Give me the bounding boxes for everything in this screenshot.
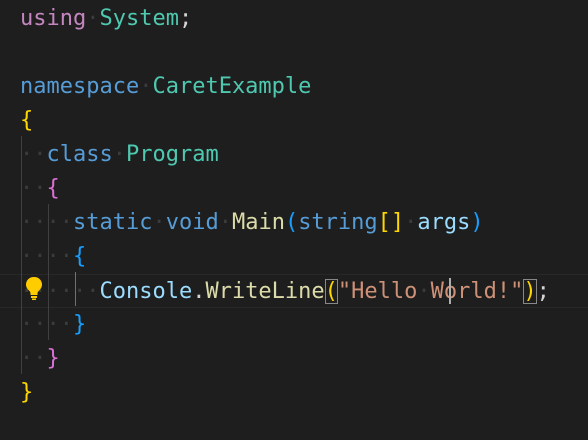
code-token: { bbox=[46, 176, 60, 201]
text-caret bbox=[449, 278, 451, 304]
line-code[interactable]: ······Console.WriteLine("Hello·World!"); bbox=[20, 275, 550, 309]
line-code[interactable]: } bbox=[20, 376, 33, 410]
line-6[interactable]: ··{ bbox=[0, 172, 588, 206]
line-8[interactable]: ····{ bbox=[0, 240, 588, 274]
code-token: ·· bbox=[20, 142, 47, 167]
line-9[interactable]: ······Console.WriteLine("Hello·World!"); bbox=[0, 274, 588, 308]
line-10[interactable]: ····} bbox=[0, 308, 588, 342]
code-token: [] bbox=[377, 210, 405, 235]
indent-guide-3 bbox=[75, 272, 76, 306]
code-token: ; bbox=[178, 6, 193, 31]
code-token: args bbox=[417, 210, 471, 235]
code-token: } bbox=[46, 346, 60, 371]
indent-guide-2 bbox=[48, 204, 49, 340]
line-code[interactable]: ··{ bbox=[20, 172, 60, 206]
code-token: ·· bbox=[20, 346, 47, 371]
code-token: WriteLine bbox=[205, 279, 325, 304]
line-code[interactable]: ····static·void·Main(string[]·args) bbox=[20, 206, 484, 240]
code-token: } bbox=[72, 312, 87, 337]
line-4[interactable]: { bbox=[0, 104, 588, 138]
line-2[interactable] bbox=[0, 36, 588, 70]
code-token: · bbox=[112, 142, 126, 167]
code-token: System bbox=[99, 6, 179, 31]
line-7[interactable]: ····static·void·Main(string[]·args) bbox=[0, 206, 588, 240]
code-token: CaretExample bbox=[152, 74, 312, 99]
line-5[interactable]: ··class·Program bbox=[0, 138, 588, 172]
line-code[interactable]: namespace·CaretExample bbox=[20, 70, 311, 104]
code-token: ) bbox=[523, 279, 537, 304]
code-token: { bbox=[72, 244, 87, 269]
code-token: ···· bbox=[20, 244, 73, 269]
code-token: · bbox=[417, 279, 431, 304]
code-token: Program bbox=[125, 142, 219, 167]
line-code[interactable]: ····} bbox=[20, 308, 86, 342]
code-token: ···· bbox=[20, 210, 73, 235]
line-code[interactable]: ··} bbox=[20, 342, 60, 376]
code-token: World!" bbox=[430, 279, 524, 304]
code-token: · bbox=[152, 210, 166, 235]
code-token: void bbox=[165, 210, 219, 235]
lightbulb-icon[interactable] bbox=[24, 275, 44, 301]
code-token: ·· bbox=[20, 176, 47, 201]
code-token: string bbox=[298, 210, 378, 235]
code-token: ( bbox=[284, 210, 299, 235]
code-token: Main bbox=[231, 210, 285, 235]
code-editor[interactable]: using·System; namespace·CaretExample{··cl… bbox=[0, 0, 588, 440]
code-token: · bbox=[218, 210, 232, 235]
code-token: · bbox=[404, 210, 418, 235]
code-token: ( bbox=[324, 279, 338, 304]
line-3[interactable]: namespace·CaretExample bbox=[0, 70, 588, 104]
indent-guide-1 bbox=[21, 136, 22, 374]
code-token: { bbox=[20, 108, 34, 133]
code-token: using bbox=[20, 6, 87, 31]
line-code[interactable]: { bbox=[20, 104, 33, 138]
code-token: · bbox=[86, 6, 100, 31]
code-token: } bbox=[20, 380, 34, 405]
line-12[interactable]: } bbox=[0, 376, 588, 410]
line-1[interactable]: using·System; bbox=[0, 2, 588, 36]
line-11[interactable]: ··} bbox=[0, 342, 588, 376]
code-token: ; bbox=[536, 279, 550, 304]
code-token: . bbox=[192, 279, 206, 304]
code-token: namespace bbox=[20, 74, 140, 99]
line-code[interactable]: ··class·Program bbox=[20, 138, 219, 172]
code-token: ) bbox=[470, 210, 484, 235]
code-token: class bbox=[46, 142, 113, 167]
line-code[interactable]: ····{ bbox=[20, 240, 86, 274]
code-token: · bbox=[139, 74, 153, 99]
line-code[interactable]: using·System; bbox=[20, 2, 192, 36]
code-token: ···· bbox=[20, 312, 73, 337]
code-token: Console bbox=[99, 279, 193, 304]
code-token: static bbox=[72, 210, 153, 235]
code-token: "Hello bbox=[337, 279, 418, 304]
